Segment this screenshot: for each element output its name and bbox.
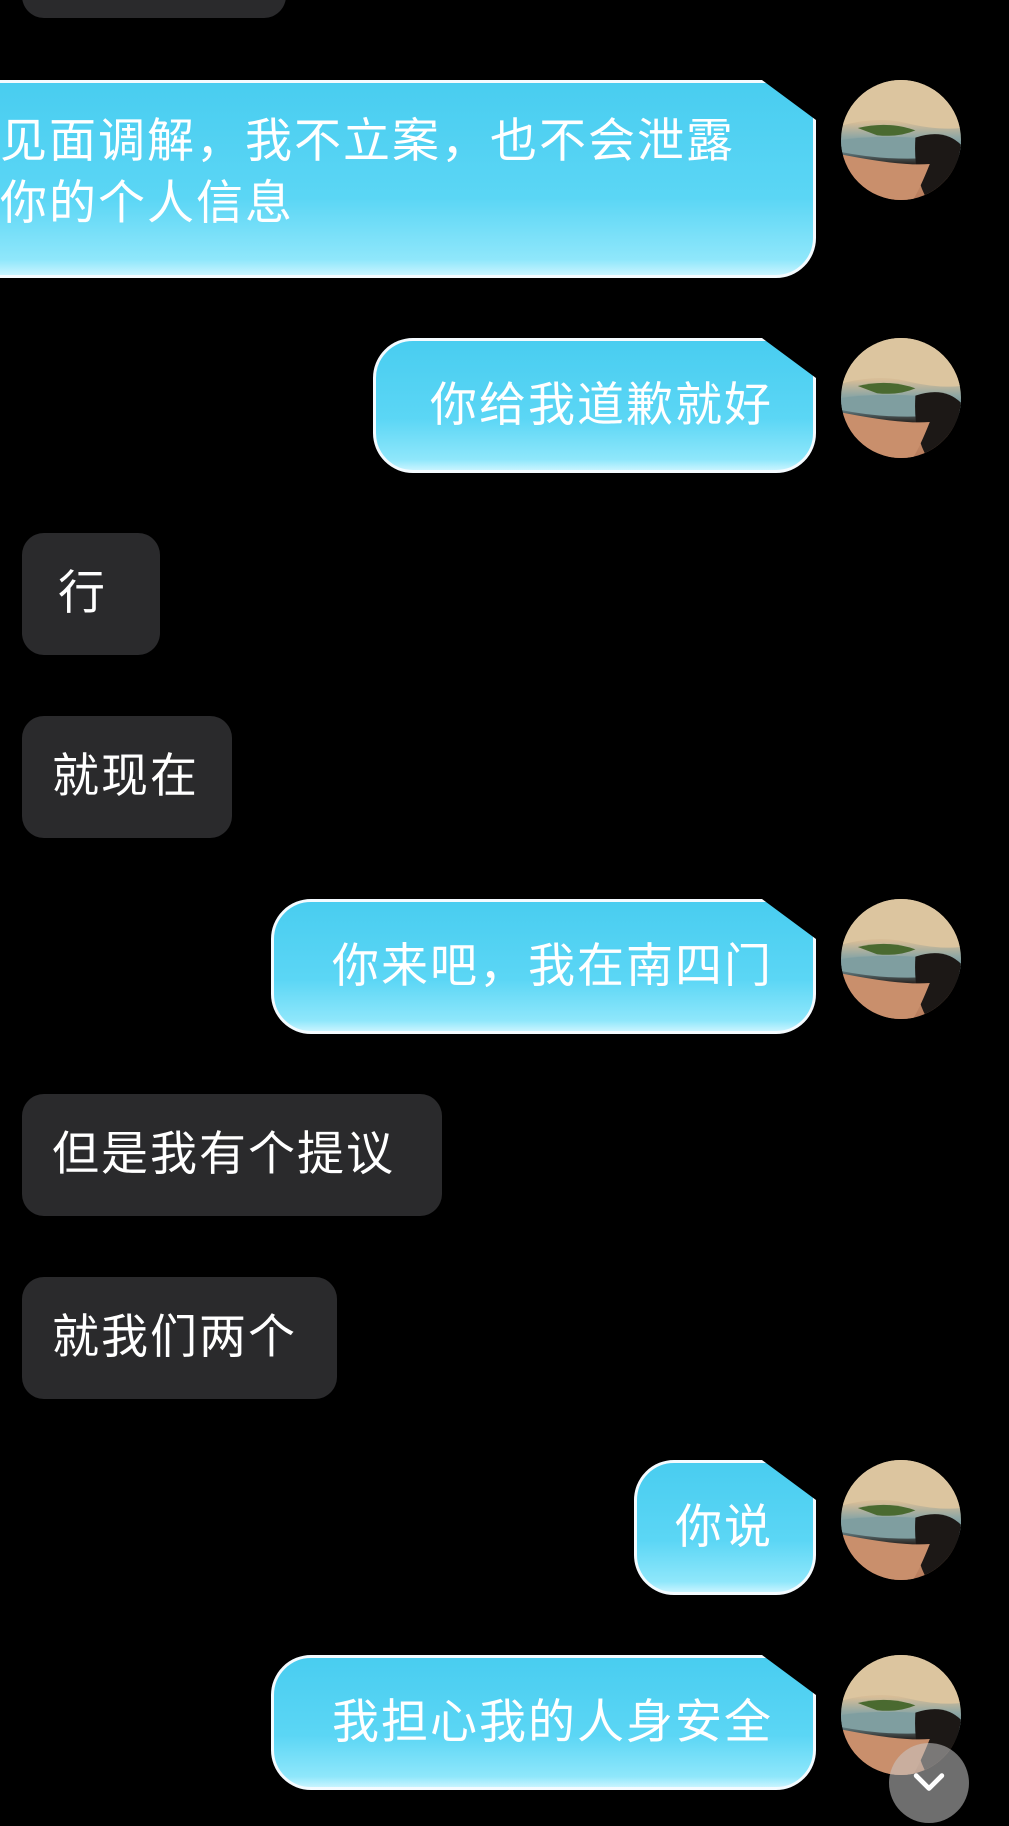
message-text: 行 <box>58 566 107 621</box>
scroll-to-bottom-button[interactable] <box>889 1743 969 1823</box>
user-avatar[interactable] <box>841 338 961 458</box>
message-text: 就我们两个 <box>52 1310 297 1365</box>
message-text: 你给我道歉就好 <box>430 377 773 433</box>
message-text: 你说 <box>675 1499 773 1555</box>
outgoing-message[interactable]: 见面调解，我不立案，也不会泄露 你的个人信息 <box>0 80 816 278</box>
message-text: 就现在 <box>52 749 199 804</box>
outgoing-message[interactable]: 你给我道歉就好 <box>373 338 816 473</box>
message-text-line: 你的个人信息 <box>0 176 294 231</box>
message-text: 但是我有个提议 <box>52 1127 395 1182</box>
chevron-down-icon <box>913 1773 945 1791</box>
user-avatar[interactable] <box>841 899 961 1019</box>
outgoing-message[interactable]: 你说 <box>634 1460 816 1595</box>
incoming-message[interactable]: 就我们两个 <box>22 1277 337 1399</box>
message-text: 你来吧，我在南四门 <box>332 938 773 994</box>
message-text-line: 见面调解，我不立案，也不会泄露 <box>0 114 735 169</box>
incoming-message[interactable]: 就现在 <box>22 716 232 838</box>
incoming-message[interactable]: 行 <box>22 533 160 655</box>
user-avatar[interactable] <box>841 1460 961 1580</box>
previous-message-bubble[interactable] <box>22 0 286 18</box>
user-avatar[interactable] <box>841 80 961 200</box>
avatar-image <box>841 80 961 200</box>
avatar-image <box>841 338 961 458</box>
message-text: 我担心我的人身安全 <box>332 1694 773 1750</box>
avatar-image <box>841 1460 961 1580</box>
avatar-image <box>841 899 961 1019</box>
incoming-message[interactable]: 但是我有个提议 <box>22 1094 442 1216</box>
outgoing-message[interactable]: 我担心我的人身安全 <box>271 1655 816 1790</box>
chat-screen: 见面调解，我不立案，也不会泄露 你的个人信息 你给我道歉就好 行 就现在 你来吧… <box>0 0 1009 1826</box>
outgoing-message[interactable]: 你来吧，我在南四门 <box>271 899 816 1034</box>
